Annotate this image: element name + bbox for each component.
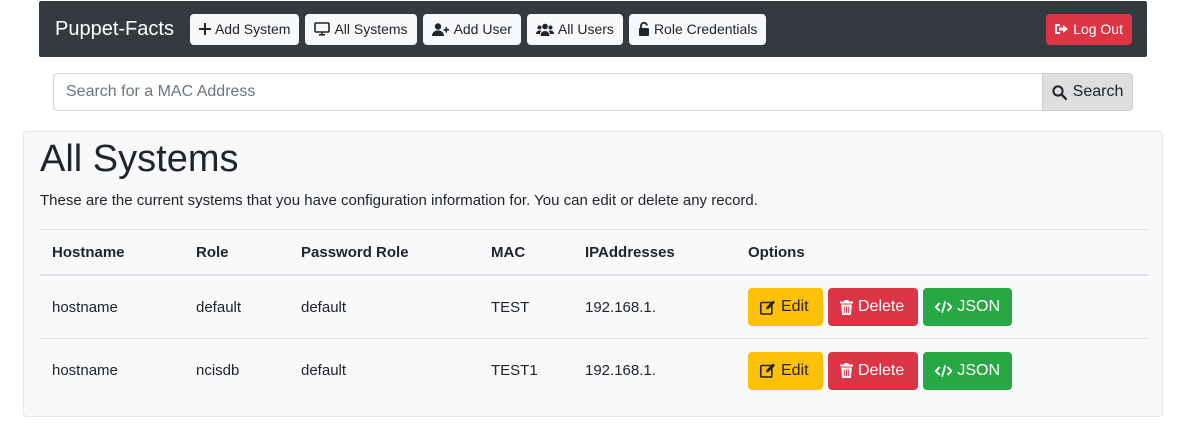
json-label: JSON xyxy=(957,361,1000,379)
add-system-button[interactable]: Add System xyxy=(189,13,300,45)
search-button[interactable]: Search xyxy=(1042,73,1133,111)
row-options: Edit Delete JSON xyxy=(748,351,1017,390)
log-out-label: Log Out xyxy=(1073,21,1123,37)
all-users-button[interactable]: All Users xyxy=(526,13,623,45)
table-row: hostname default default TEST 192.168.1.… xyxy=(40,276,1148,339)
code-icon xyxy=(935,301,953,313)
users-icon xyxy=(535,23,554,36)
cell-role: ncisdb xyxy=(196,362,240,379)
code-icon xyxy=(935,364,953,377)
json-button[interactable]: JSON xyxy=(923,351,1012,390)
unlock-icon xyxy=(638,22,649,36)
header-options: Options xyxy=(748,243,805,261)
add-user-button[interactable]: Add User xyxy=(422,13,521,45)
cell-hostname: hostname xyxy=(52,298,118,316)
table-header: Hostname Role Password Role MAC IPAddres… xyxy=(40,229,1148,276)
all-systems-label: All Systems xyxy=(334,21,408,37)
edit-label: Edit xyxy=(781,298,809,315)
cell-password-role: default xyxy=(301,298,347,316)
json-button[interactable]: JSON xyxy=(923,288,1012,326)
header-ipaddresses: IPAddresses xyxy=(585,243,675,261)
page-description: These are the current systems that you h… xyxy=(40,192,758,209)
cell-password-role: default xyxy=(301,362,347,379)
all-systems-button[interactable]: All Systems xyxy=(305,13,417,45)
delete-label: Delete xyxy=(858,361,905,379)
table-row: hostname ncisdb default TEST1 192.168.1.… xyxy=(40,339,1148,402)
delete-button[interactable]: Delete xyxy=(828,288,918,326)
row-options: Edit Delete JSON xyxy=(748,288,1017,326)
add-system-label: Add System xyxy=(214,21,291,37)
log-out-button[interactable]: Log Out xyxy=(1046,13,1132,45)
search-bar: Search xyxy=(53,73,1133,111)
header-role: Role xyxy=(196,243,229,261)
plus-icon xyxy=(198,23,211,35)
cell-ip: 192.168.1. xyxy=(585,298,656,316)
header-mac: MAC xyxy=(491,243,526,261)
edit-icon xyxy=(760,363,775,378)
all-users-label: All Users xyxy=(557,21,614,37)
edit-label: Edit xyxy=(781,361,809,379)
delete-label: Delete xyxy=(858,298,905,315)
sign-out-icon xyxy=(1055,24,1069,34)
cell-mac: TEST1 xyxy=(491,362,538,379)
add-user-label: Add User xyxy=(453,21,512,37)
brand-title[interactable]: Puppet-Facts xyxy=(55,18,174,41)
edit-button[interactable]: Edit xyxy=(748,351,823,390)
trash-icon xyxy=(840,363,853,378)
json-label: JSON xyxy=(957,298,1000,315)
user-plus-icon xyxy=(431,22,449,36)
cell-role: default xyxy=(196,298,242,316)
search-button-label: Search xyxy=(1072,83,1124,100)
page-title: All Systems xyxy=(40,138,239,180)
top-navbar: Puppet-Facts Add System All Systems Add … xyxy=(39,1,1147,57)
systems-card: All Systems These are the current system… xyxy=(23,131,1163,417)
systems-table: Hostname Role Password Role MAC IPAddres… xyxy=(40,229,1148,402)
cell-ip: 192.168.1. xyxy=(585,362,656,379)
mac-search-input[interactable] xyxy=(53,73,1042,111)
role-credentials-button[interactable]: Role Credentials xyxy=(628,13,767,45)
edit-button[interactable]: Edit xyxy=(748,288,823,326)
delete-button[interactable]: Delete xyxy=(828,351,918,390)
header-hostname: Hostname xyxy=(52,243,125,261)
header-password-role: Password Role xyxy=(301,243,409,261)
role-credentials-label: Role Credentials xyxy=(653,21,758,37)
edit-icon xyxy=(760,300,775,315)
trash-icon xyxy=(840,299,853,315)
cell-hostname: hostname xyxy=(52,362,118,379)
cell-mac: TEST xyxy=(491,298,530,316)
desktop-icon xyxy=(314,22,331,36)
search-icon xyxy=(1052,84,1067,100)
